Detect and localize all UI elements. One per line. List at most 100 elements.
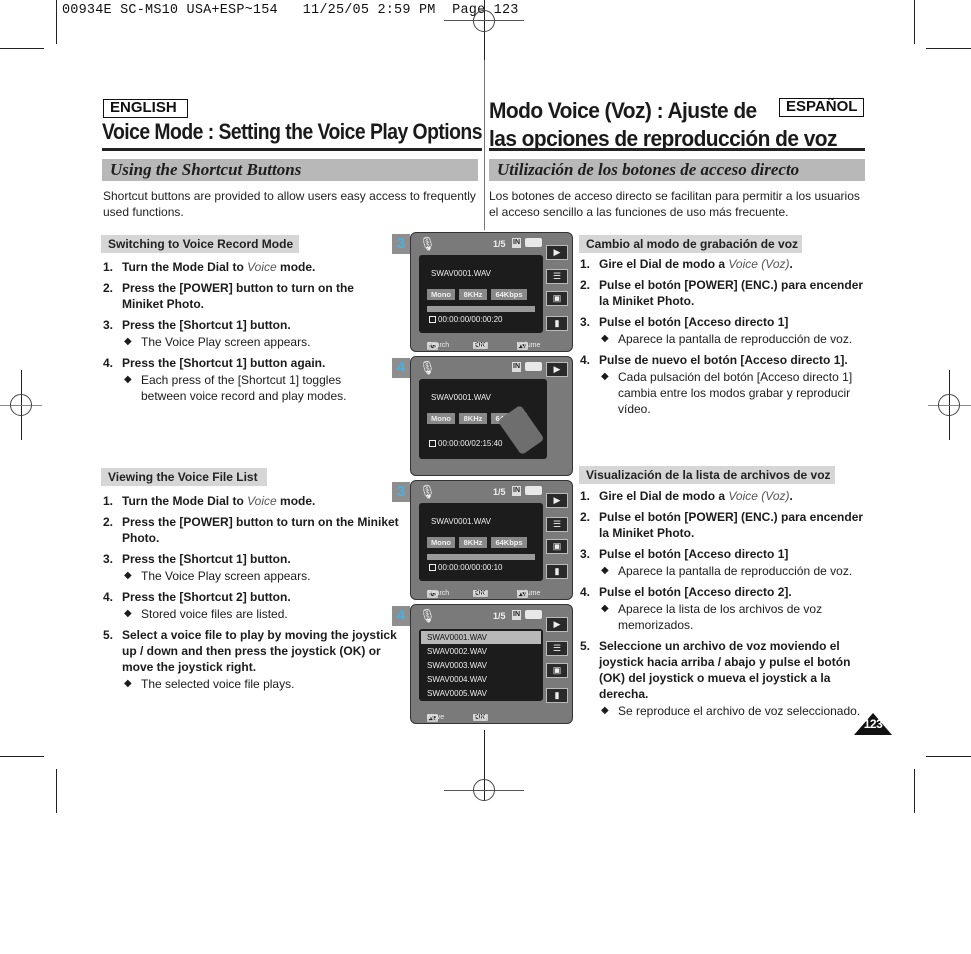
hint-volume: Volume: [517, 342, 541, 349]
sample-rate-tag: 8KHz: [459, 289, 487, 300]
step-text: Turn the Mode Dial to Voice mode.: [122, 493, 403, 509]
menu-button[interactable]: ☰: [546, 641, 568, 656]
play-mode-button[interactable]: ▶: [546, 245, 568, 260]
delete-button[interactable]: ▮: [546, 564, 568, 579]
step-note: ◆ The Voice Play screen appears.: [122, 568, 403, 584]
slideshow-button[interactable]: ▣: [546, 663, 568, 678]
battery-icon: [525, 362, 542, 371]
step-text: Pulse el botón [POWER] (ENC.) para encen…: [599, 509, 870, 541]
delete-button[interactable]: ▮: [546, 316, 568, 331]
battery-icon: [525, 486, 542, 495]
diamond-bullet-icon: ◆: [124, 608, 132, 619]
step-item: 4. Press the [Shortcut 1] button again. ◆ E…: [103, 355, 373, 404]
step-note-text: Aparece la pantalla de reproducción de v…: [618, 564, 853, 578]
step-text: Press the [Shortcut 1] button.: [122, 317, 373, 333]
progress-bar: [427, 554, 535, 560]
steps-list-english-1: 1. Turn the Mode Dial to Voice mode. 2. Pre…: [103, 259, 373, 409]
step-text-part: Press the [Shortcut 2] button.: [122, 590, 291, 604]
diamond-bullet-icon: ◆: [601, 371, 609, 382]
step-note: ◆ Cada pulsación del botón [Acceso direct…: [599, 369, 870, 417]
hint-move: Move: [427, 714, 445, 721]
crop-mark: [0, 756, 44, 757]
step-text-part: Pulse de nuevo el botón [Acceso directo …: [599, 353, 848, 367]
language-label-english: ENGLISH: [103, 99, 188, 118]
control-hints: ▴▾ Move OK Play: [411, 706, 572, 723]
page-title-english: Voice Mode : Setting the Voice Play Opti…: [102, 119, 483, 144]
play-mode-button[interactable]: ▶: [546, 493, 568, 508]
step-body: Turn the Mode Dial to Voice mode.: [122, 259, 373, 275]
step-body: Pulse de nuevo el botón [Acceso directo …: [599, 352, 870, 417]
step-text: Press the [POWER] button to turn on the …: [122, 514, 403, 546]
internal-memory-badge: IN: [512, 238, 521, 248]
step-body: Select a voice file to play by moving th…: [122, 627, 403, 692]
slideshow-button[interactable]: ▣: [546, 291, 568, 306]
step-note-text: Aparece la lista de los archivos de voz …: [618, 602, 823, 632]
internal-memory-badge: IN: [512, 362, 521, 372]
diamond-bullet-icon: ◆: [601, 565, 609, 576]
step-body: Pulse el botón [POWER] (ENC.) para encen…: [599, 509, 870, 541]
file-name: SWAV0001.WAV: [431, 393, 492, 402]
step-text: Pulse el botón [Acceso directo 2].: [599, 584, 870, 600]
file-list-item[interactable]: SWAV0004.WAV: [421, 673, 541, 686]
step-note-text: Aparece la pantalla de reproducción de v…: [618, 332, 853, 346]
menu-button[interactable]: ☰: [546, 269, 568, 284]
crop-mark: [56, 0, 57, 44]
step-text: Press the [Shortcut 2] button.: [122, 589, 403, 605]
step-number: 2.: [580, 278, 591, 292]
step-text-part: Turn the Mode Dial to: [122, 494, 248, 508]
step-item: 3. Pulse el botón [Acceso directo 1] ◆ Apar…: [580, 314, 870, 347]
device-screen-voice-play: 🎙 1/5 IN ▶ ☰ ▣ ▮ SWAV0001.WAV Mono 8KHz …: [410, 232, 573, 352]
step-text: Press the [POWER] button to turn on the …: [122, 280, 373, 312]
file-list-item[interactable]: SWAV0005.WAV: [421, 687, 541, 700]
play-mode-button[interactable]: ▶: [546, 362, 568, 377]
battery-icon: [525, 610, 542, 619]
step-body: Gire el Dial de modo a Voice (Voz).: [599, 256, 870, 272]
step-number: 3.: [580, 315, 591, 329]
registration-target: [473, 10, 495, 32]
microphone-icon: 🎙: [419, 608, 436, 623]
step-body: Press the [Shortcut 1] button. ◆ The Voice…: [122, 317, 373, 350]
file-list-item[interactable]: SWAV0001.WAV: [421, 631, 541, 644]
file-counter: 1/5: [493, 611, 506, 621]
diamond-bullet-icon: ◆: [601, 705, 609, 716]
step-text-part: Gire el Dial de modo a: [599, 489, 729, 503]
time-value: 00:00:00/00:00:10: [438, 563, 503, 572]
mode-name: Voice (Voz): [728, 257, 790, 271]
step-number: 2.: [580, 510, 591, 524]
file-name: SWAV0001.WAV: [431, 517, 492, 526]
step-text: Pulse el botón [POWER] (ENC.) para encen…: [599, 277, 870, 309]
file-counter: 1/5: [493, 239, 506, 249]
device-screen-voice-record: 🎙 IN ▶ SWAV0001.WAV Mono 8KHz 64Kbps 00:…: [410, 356, 573, 476]
mode-name: Voice: [247, 260, 277, 274]
time-readout: 00:00:00/02:15:40: [429, 439, 503, 448]
step-text-part: Press the [POWER] button to turn on the …: [122, 515, 399, 545]
step-note: ◆ Se reproduce el archivo de voz seleccio…: [599, 703, 870, 719]
delete-button[interactable]: ▮: [546, 688, 568, 703]
time-readout: 00:00:00/00:00:10: [429, 563, 503, 572]
step-note: ◆ The Voice Play screen appears.: [122, 334, 373, 350]
crop-mark: [914, 0, 915, 44]
step-body: Press the [Shortcut 1] button again. ◆ Eac…: [122, 355, 373, 404]
playback-display: SWAV0001.WAV Mono 8KHz 64Kbps 00:00:00/0…: [419, 255, 543, 333]
hint-volume: Volume: [517, 590, 541, 597]
progress-bar: [427, 306, 535, 312]
file-list-item[interactable]: SWAV0003.WAV: [421, 659, 541, 672]
step-number: 5.: [103, 628, 114, 642]
step-text-part: .: [789, 257, 793, 271]
step-text-part: Seleccione un archivo de voz moviendo el…: [599, 639, 851, 701]
subheading-spanish-1: Cambio al modo de grabación de voz: [579, 235, 802, 253]
file-list-item[interactable]: SWAV0002.WAV: [421, 645, 541, 658]
step-text: Seleccione un archivo de voz moviendo el…: [599, 638, 870, 702]
step-note-text: The selected voice file plays.: [141, 677, 295, 691]
battery-icon: [525, 238, 542, 247]
step-number: 1.: [103, 260, 114, 274]
bitrate-tag: 64Kbps: [491, 537, 527, 548]
section-heading-spanish: Utilización de los botones de acceso dir…: [489, 159, 865, 181]
step-item: 5. Select a voice file to play by moving …: [103, 627, 403, 692]
diamond-bullet-icon: ◆: [601, 333, 609, 344]
step-text: Press the [Shortcut 1] button again.: [122, 355, 373, 371]
menu-button[interactable]: ☰: [546, 517, 568, 532]
step-body: Gire el Dial de modo a Voice (Voz).: [599, 488, 870, 504]
play-mode-button[interactable]: ▶: [546, 617, 568, 632]
slideshow-button[interactable]: ▣: [546, 539, 568, 554]
